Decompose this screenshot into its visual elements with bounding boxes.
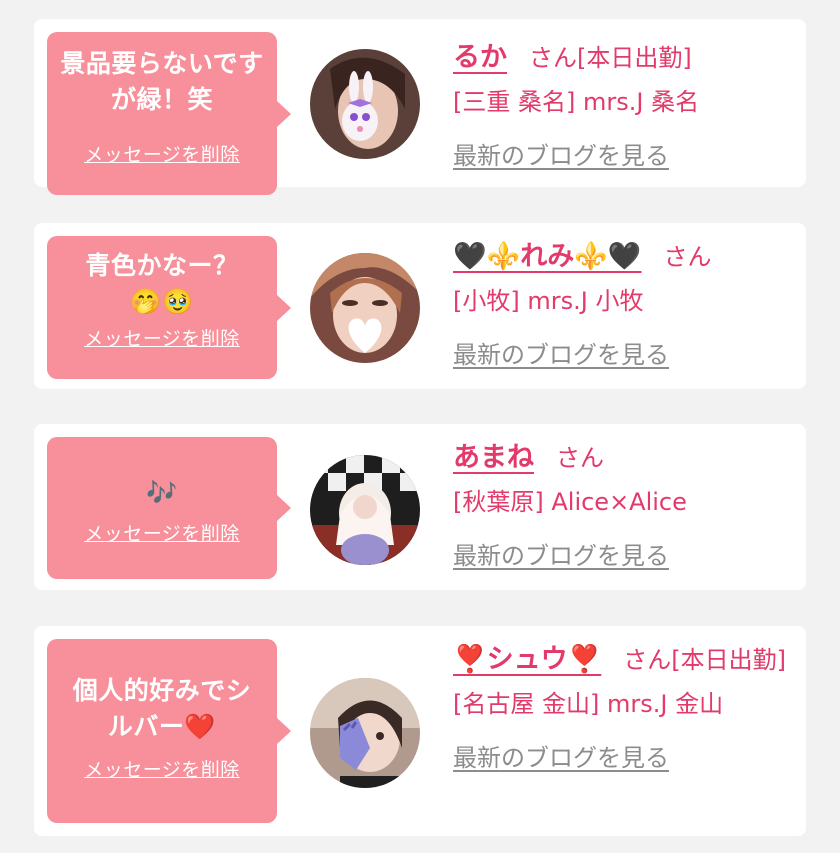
shop-name: [名古屋 金山] mrs.J 金山 — [453, 690, 724, 718]
latest-blog-link[interactable]: 最新のブログを見る — [453, 736, 792, 780]
cast-info: るか さん[本日出勤] [三重 桑名] mrs.J 桑名 最新のブログを見る — [453, 36, 792, 178]
latest-blog-link[interactable]: 最新のブログを見る — [453, 333, 792, 377]
shop-name: [小牧] mrs.J 小牧 — [453, 287, 644, 315]
latest-blog-link[interactable]: 最新のブログを見る — [453, 134, 792, 178]
delete-message-link[interactable]: メッセージを削除 — [84, 519, 240, 546]
favorite-card: 個人的好みでシルバー❤️ メッセージを削除 ❣️シュウ❣️ さん[本日出勤] [名… — [34, 626, 806, 836]
shop-name: [三重 桑名] mrs.J 桑名 — [453, 88, 700, 116]
cast-status: さん — [663, 243, 712, 271]
favorite-card: 青色かなー？🤭🥹 メッセージを削除 🖤⚜️れみ⚜️🖤 さん [小牧] mrs.J … — [34, 223, 806, 389]
shop-name: [秋葉原] Alice×Alice — [453, 488, 687, 516]
cast-status: さん[本日出勤] — [529, 44, 692, 72]
latest-blog-link[interactable]: 最新のブログを見る — [453, 534, 792, 578]
favorite-card: 🎶 メッセージを削除 あまね さん [秋葉原] Alice×Alice 最新のブ… — [34, 424, 806, 590]
favorite-card: 景品要らないですが緑！笑 メッセージを削除 るか さん[本日出勤] [三重 桑名]… — [34, 19, 806, 195]
message-bubble: 景品要らないですが緑！笑 メッセージを削除 — [47, 32, 291, 195]
cast-name-link[interactable]: るか — [453, 42, 507, 73]
cast-status: さん — [556, 444, 604, 472]
favorite-list: 景品要らないですが緑！笑 メッセージを削除 るか さん[本日出勤] [三重 桑名]… — [0, 0, 840, 853]
cast-info: 🖤⚜️れみ⚜️🖤 さん [小牧] mrs.J 小牧 最新のブログを見る — [453, 235, 792, 377]
message-text: 個人的好みでシルバー❤️ — [72, 676, 252, 741]
cast-name-link[interactable]: 🖤⚜️れみ⚜️🖤 — [453, 241, 641, 272]
cast-name-link[interactable]: ❣️シュウ❣️ — [453, 644, 601, 675]
message-text: 🎶 — [146, 478, 178, 507]
delete-message-link[interactable]: メッセージを削除 — [84, 755, 240, 782]
cast-info: ❣️シュウ❣️ さん[本日出勤] [名古屋 金山] mrs.J 金山 最新のブログ… — [453, 638, 792, 780]
avatar[interactable] — [310, 253, 420, 363]
message-bubble: 個人的好みでシルバー❤️ メッセージを削除 — [47, 639, 291, 823]
delete-message-link[interactable]: メッセージを削除 — [84, 324, 240, 351]
cast-name-link[interactable]: あまね — [453, 442, 534, 473]
message-bubble: 青色かなー？🤭🥹 メッセージを削除 — [47, 236, 291, 379]
message-text: 景品要らないですが緑！笑 — [60, 49, 264, 114]
cast-info: あまね さん [秋葉原] Alice×Alice 最新のブログを見る — [453, 436, 792, 578]
avatar[interactable] — [310, 678, 420, 788]
avatar[interactable] — [310, 49, 420, 159]
message-bubble: 🎶 メッセージを削除 — [47, 437, 291, 579]
message-text: 青色かなー？🤭🥹 — [85, 251, 239, 316]
delete-message-link[interactable]: メッセージを削除 — [84, 140, 240, 167]
avatar[interactable] — [310, 455, 420, 565]
cast-status: さん[本日出勤] — [623, 646, 786, 674]
